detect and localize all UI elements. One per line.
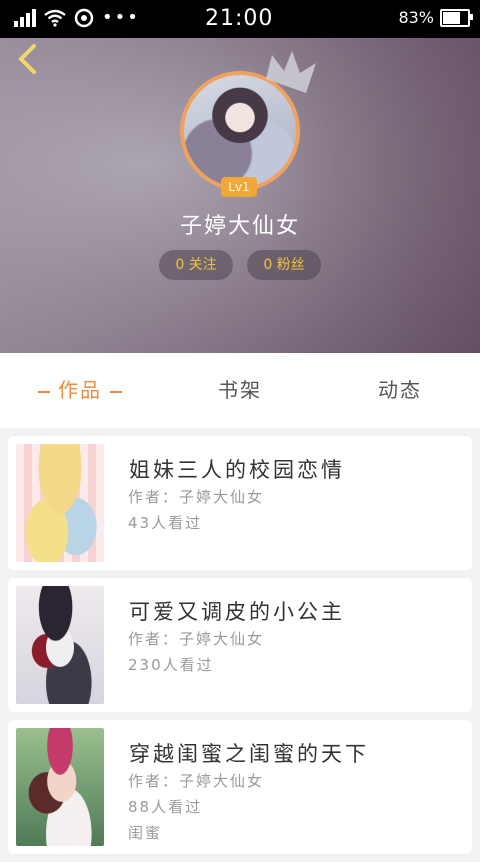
book-card[interactable]: 可爱又调皮的小公主 作者：子婷大仙女 230人看过	[8, 578, 472, 712]
book-title: 可爱又调皮的小公主	[129, 600, 345, 624]
book-list: 姐妹三人的校园恋情 作者：子婷大仙女 43人看过 可爱又调皮的小公主 作者：子婷…	[8, 436, 472, 862]
tab-activity[interactable]: 动态	[320, 353, 480, 428]
following-button[interactable]: 0 关注	[159, 250, 233, 280]
battery-fill	[443, 11, 460, 24]
profile-tabs: 作品 书架 动态	[0, 353, 480, 428]
tab-bookshelf-label: 书架	[218, 378, 262, 402]
chevron-left-icon	[19, 44, 36, 74]
sync-icon	[74, 8, 94, 28]
book-card[interactable]: 姐妹三人的校园恋情 作者：子婷大仙女 43人看过	[8, 436, 472, 570]
book-tag: 闺蜜	[128, 824, 163, 842]
book-title: 姐妹三人的校园恋情	[129, 458, 345, 482]
battery-percent: 83%	[398, 8, 434, 27]
active-indicator-left	[38, 390, 50, 393]
follow-stats: 0 关注 0 粉丝	[0, 250, 480, 280]
active-indicator-right	[110, 390, 122, 393]
book-author: 作者：子婷大仙女	[128, 488, 265, 506]
status-icons-right: 83%	[398, 8, 473, 27]
tab-bookshelf[interactable]: 书架	[160, 353, 320, 428]
status-time: 21:00	[205, 6, 274, 31]
tab-activity-label: 动态	[378, 378, 422, 402]
wifi-icon	[44, 9, 66, 27]
book-views: 230人看过	[128, 656, 214, 674]
status-bar: ••• 21:00 83%	[0, 0, 480, 38]
book-cover[interactable]	[16, 728, 104, 846]
battery-icon	[440, 8, 473, 27]
book-card[interactable]: 穿越闺蜜之闺蜜的天下 作者：子婷大仙女 88人看过 闺蜜	[8, 720, 472, 854]
book-cover[interactable]	[16, 586, 104, 704]
tab-works[interactable]: 作品	[0, 353, 160, 428]
tab-works-label: 作品	[58, 378, 102, 402]
book-views: 88人看过	[128, 798, 203, 816]
book-views: 43人看过	[128, 514, 203, 532]
followers-button[interactable]: 0 粉丝	[247, 250, 321, 280]
status-icons-left: •••	[14, 8, 140, 28]
book-author: 作者：子婷大仙女	[128, 630, 265, 648]
level-badge: Lv1	[221, 177, 257, 197]
back-button[interactable]	[14, 42, 44, 76]
book-title: 穿越闺蜜之闺蜜的天下	[129, 742, 369, 766]
signal-icon	[14, 9, 36, 27]
avatar-block[interactable]: Lv1	[180, 51, 316, 197]
book-author: 作者：子婷大仙女	[128, 772, 265, 790]
username: 子婷大仙女	[179, 214, 300, 239]
more-dots-icon: •••	[102, 7, 140, 28]
profile-header: Lv1 子婷大仙女 0 关注 0 粉丝	[0, 38, 480, 353]
crown-icon	[266, 51, 316, 93]
book-cover[interactable]	[16, 444, 104, 562]
